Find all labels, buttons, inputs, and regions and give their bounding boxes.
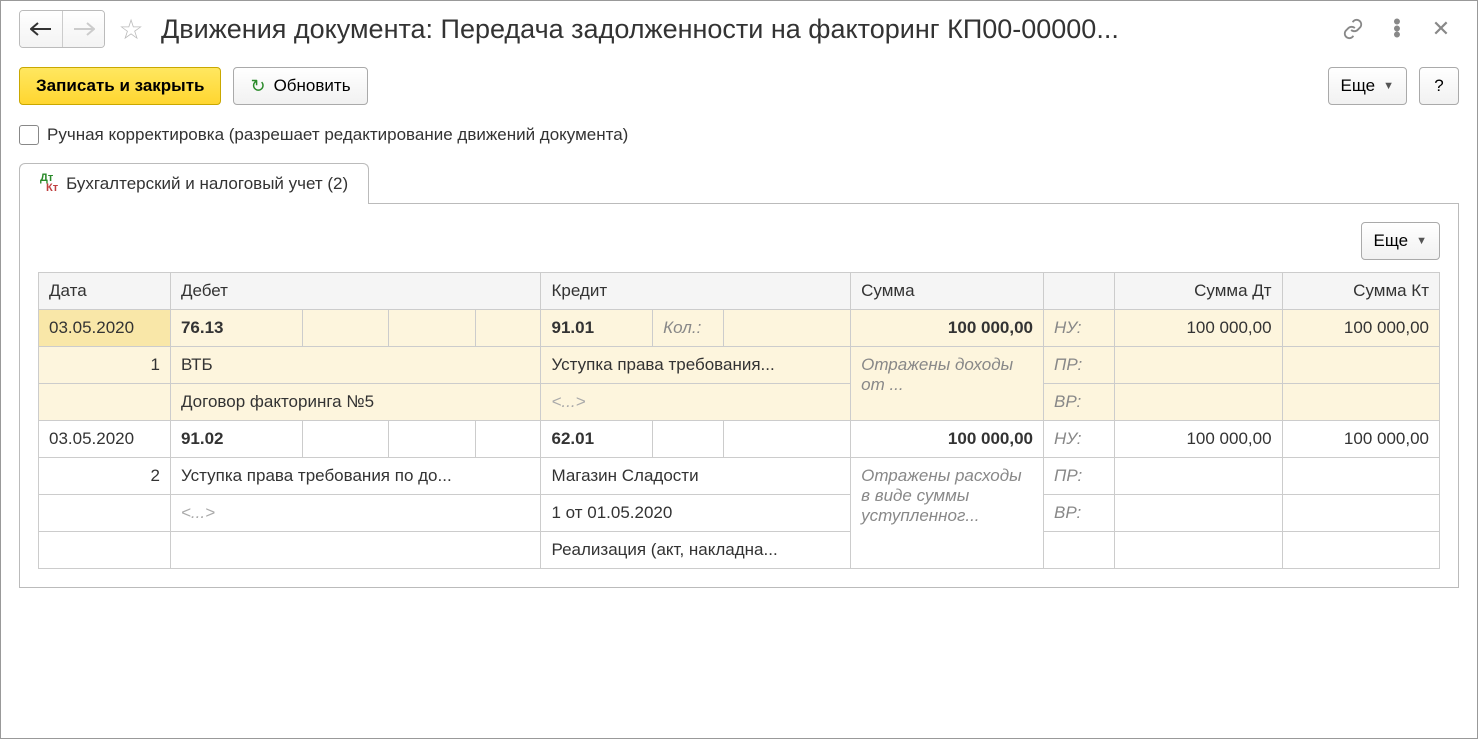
inner-more-button[interactable]: Еще ▼ xyxy=(1361,222,1440,260)
cell-desc: Отражены расходы в виде суммы уступленно… xyxy=(851,458,1044,569)
cell-debit-sub1: ВТБ xyxy=(170,347,541,384)
cell-vr-label: ВР: xyxy=(1044,495,1115,532)
table-row[interactable]: Реализация (акт, накладна... xyxy=(39,532,1440,569)
cell-desc: Отражены доходы от ... xyxy=(851,347,1044,421)
table-row[interactable]: <...> 1 от 01.05.2020 ВР: xyxy=(39,495,1440,532)
cell-nu-label: НУ: xyxy=(1044,421,1115,458)
nav-group xyxy=(19,10,105,48)
cell-n: 1 xyxy=(39,347,171,384)
cell-sum-dt: 100 000,00 xyxy=(1115,421,1283,458)
back-button[interactable] xyxy=(20,11,62,47)
tab-body: Еще ▼ Дата Дебет Кредит Сумма Сумма Дт С… xyxy=(19,204,1459,588)
cell-qty-label: Кол.: xyxy=(653,310,724,347)
cell-n: 2 xyxy=(39,458,171,495)
cell-date: 03.05.2020 xyxy=(39,310,171,347)
refresh-button[interactable]: ↻ Обновить xyxy=(233,67,367,105)
cell-credit-acc: 91.01 xyxy=(541,310,653,347)
cell-credit-sub3: Реализация (акт, накладна... xyxy=(541,532,851,569)
cell-sum-kt: 100 000,00 xyxy=(1282,310,1439,347)
chevron-down-icon: ▼ xyxy=(1416,235,1427,247)
forward-button[interactable] xyxy=(62,11,104,47)
cell-debit-sub2: <...> xyxy=(170,495,541,532)
window: ☆ Движения документа: Передача задолженн… xyxy=(0,0,1478,739)
cell-debit-sub1: Уступка права требования по до... xyxy=(170,458,541,495)
header-blank[interactable] xyxy=(1044,273,1115,310)
menu-button[interactable]: ••• xyxy=(1379,11,1415,47)
cell-pr-label: ПР: xyxy=(1044,347,1115,384)
manual-correction-checkbox[interactable] xyxy=(19,125,39,145)
cell-sum-dt: 100 000,00 xyxy=(1115,310,1283,347)
table-row[interactable]: 2 Уступка права требования по до... Мага… xyxy=(39,458,1440,495)
inner-more-label: Еще xyxy=(1374,231,1409,251)
cell-credit-sub1: Уступка права требования... xyxy=(541,347,851,384)
manual-correction-row: Ручная корректировка (разрешает редактир… xyxy=(19,125,1459,145)
cell-credit-sub1: Магазин Сладости xyxy=(541,458,851,495)
cell-sum-kt: 100 000,00 xyxy=(1282,421,1439,458)
cell-nu-label: НУ: xyxy=(1044,310,1115,347)
page-title: Движения документа: Передача задолженнос… xyxy=(161,14,1119,45)
favorite-button[interactable]: ☆ xyxy=(113,11,149,47)
close-icon: ✕ xyxy=(1432,16,1450,42)
cell-sum: 100 000,00 xyxy=(851,421,1044,458)
table-row[interactable]: Договор факторинга №5 <...> ВР: xyxy=(39,384,1440,421)
table-row[interactable]: 03.05.2020 91.02 62.01 100 000,00 НУ: 10… xyxy=(39,421,1440,458)
tab-accounting[interactable]: ДтКт Бухгалтерский и налоговый учет (2) xyxy=(19,163,369,204)
header-sum-kt[interactable]: Сумма Кт xyxy=(1282,273,1439,310)
cell-debit-sub2: Договор факторинга №5 xyxy=(170,384,541,421)
save-close-label: Записать и закрыть xyxy=(36,76,204,96)
chevron-down-icon: ▼ xyxy=(1383,80,1394,92)
cell-sum: 100 000,00 xyxy=(851,310,1044,347)
manual-correction-label: Ручная корректировка (разрешает редактир… xyxy=(47,125,628,145)
cell-debit-acc: 76.13 xyxy=(170,310,302,347)
tab-label: Бухгалтерский и налоговый учет (2) xyxy=(66,174,348,194)
header-debit[interactable]: Дебет xyxy=(170,273,541,310)
refresh-label: Обновить xyxy=(274,76,351,96)
titlebar: ☆ Движения документа: Передача задолженн… xyxy=(19,1,1459,57)
cell-credit-sub2: <...> xyxy=(541,384,851,421)
accounting-table: Дата Дебет Кредит Сумма Сумма Дт Сумма К… xyxy=(38,272,1440,569)
link-button[interactable] xyxy=(1335,11,1371,47)
refresh-icon: ↻ xyxy=(250,76,265,97)
arrow-left-icon xyxy=(30,22,52,36)
arrow-right-icon xyxy=(73,22,95,36)
cell-vr-label: ВР: xyxy=(1044,384,1115,421)
dots-vertical-icon: ••• xyxy=(1393,19,1401,39)
cell-pr-label: ПР: xyxy=(1044,458,1115,495)
cell-date: 03.05.2020 xyxy=(39,421,171,458)
header-row: Дата Дебет Кредит Сумма Сумма Дт Сумма К… xyxy=(39,273,1440,310)
table-row[interactable]: 03.05.2020 76.13 91.01 Кол.: 100 000,00 … xyxy=(39,310,1440,347)
cell-credit-sub2: 1 от 01.05.2020 xyxy=(541,495,851,532)
header-sum[interactable]: Сумма xyxy=(851,273,1044,310)
cell-debit-acc: 91.02 xyxy=(170,421,302,458)
cell-credit-acc: 62.01 xyxy=(541,421,653,458)
dtkt-icon: ДтКт xyxy=(40,174,58,194)
more-button[interactable]: Еще ▼ xyxy=(1328,67,1407,105)
header-sum-dt[interactable]: Сумма Дт xyxy=(1115,273,1283,310)
help-label: ? xyxy=(1434,76,1443,96)
more-label: Еще xyxy=(1341,76,1376,96)
table-row[interactable]: 1 ВТБ Уступка права требования... Отраже… xyxy=(39,347,1440,384)
save-close-button[interactable]: Записать и закрыть xyxy=(19,67,221,105)
close-button[interactable]: ✕ xyxy=(1423,11,1459,47)
help-button[interactable]: ? xyxy=(1419,67,1459,105)
header-credit[interactable]: Кредит xyxy=(541,273,851,310)
star-icon: ☆ xyxy=(118,13,143,46)
toolbar: Записать и закрыть ↻ Обновить Еще ▼ ? xyxy=(19,61,1459,111)
header-date[interactable]: Дата xyxy=(39,273,171,310)
link-icon xyxy=(1342,18,1364,40)
inner-toolbar: Еще ▼ xyxy=(38,222,1440,260)
tabs: ДтКт Бухгалтерский и налоговый учет (2) xyxy=(19,163,1459,204)
